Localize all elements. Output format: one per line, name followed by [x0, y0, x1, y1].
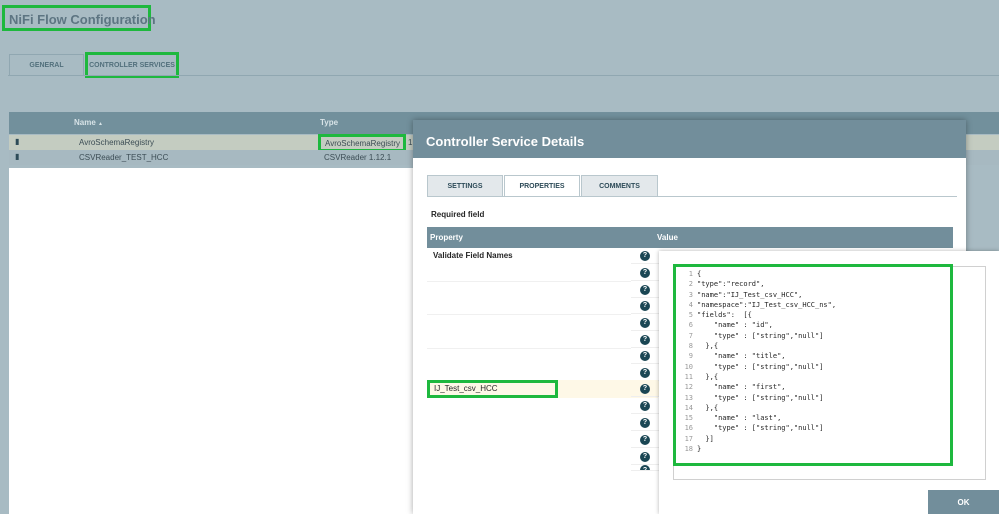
required-field-label: Required field — [431, 210, 485, 219]
help-cell: ? — [631, 248, 659, 264]
service-name: AvroSchemaRegistry — [79, 138, 154, 147]
tabs-divider — [8, 75, 999, 76]
service-type: CSVReader 1.12.1 — [324, 153, 392, 162]
column-header-name[interactable]: Name ▲ — [74, 118, 103, 127]
help-cell: ? — [631, 415, 659, 431]
book-icon[interactable]: ▮ — [15, 152, 19, 161]
column-header-type[interactable]: Type — [320, 118, 338, 127]
question-circle-icon[interactable]: ? — [640, 250, 650, 261]
question-circle-icon[interactable]: ? — [640, 451, 650, 462]
property-row[interactable] — [427, 332, 631, 349]
content-area — [9, 168, 413, 514]
property-name: Validate Field Names — [433, 251, 513, 260]
question-circle-icon[interactable]: ? — [640, 317, 650, 328]
help-cell: ? — [631, 381, 659, 397]
tab-comments[interactable]: COMMENTS — [581, 175, 658, 197]
question-circle-icon[interactable]: ? — [640, 334, 650, 345]
help-cell: ? — [631, 398, 659, 414]
question-circle-icon[interactable]: ? — [640, 383, 650, 394]
column-header-property: Property — [430, 233, 463, 242]
help-cell: ? — [631, 449, 659, 465]
tabs-divider — [427, 196, 957, 197]
question-circle-icon[interactable]: ? — [640, 400, 650, 411]
column-header-value: Value — [657, 233, 678, 242]
service-type-extra: 1 — [408, 138, 413, 147]
help-cell: ? — [631, 365, 659, 381]
help-cell: ? — [631, 432, 659, 448]
property-row[interactable] — [427, 265, 631, 282]
book-icon[interactable]: ▮ — [15, 137, 19, 146]
question-circle-icon[interactable]: ? — [640, 267, 650, 278]
help-cell: ? — [631, 465, 659, 471]
help-cell: ? — [631, 332, 659, 348]
help-cell: ? — [631, 282, 659, 298]
properties-table-header — [427, 227, 953, 248]
dialog-title: Controller Service Details — [426, 134, 585, 149]
sort-asc-icon: ▲ — [98, 121, 103, 127]
tab-settings[interactable]: SETTINGS — [427, 175, 503, 197]
help-cell: ? — [631, 315, 659, 331]
help-cell: ? — [631, 298, 659, 314]
property-name: IJ_Test_csv_HCC — [434, 384, 498, 393]
question-circle-icon[interactable]: ? — [640, 367, 650, 378]
question-circle-icon[interactable]: ? — [640, 465, 650, 470]
line-numbers: 1 2 3 4 5 6 7 8 9 10 11 12 13 14 15 16 1… — [684, 270, 693, 454]
question-circle-icon[interactable]: ? — [640, 284, 650, 295]
help-cell: ? — [631, 265, 659, 281]
question-circle-icon[interactable]: ? — [640, 300, 650, 311]
tab-properties[interactable]: PROPERTIES — [504, 175, 580, 197]
help-cell: ? — [631, 348, 659, 364]
schema-code[interactable]: { "type":"record", "name":"IJ_Test_csv_H… — [697, 269, 836, 454]
tab-general[interactable]: GENERAL — [9, 54, 84, 76]
ok-button[interactable]: OK — [928, 490, 999, 514]
question-circle-icon[interactable]: ? — [640, 434, 650, 445]
property-row[interactable] — [427, 298, 631, 315]
question-circle-icon[interactable]: ? — [640, 417, 650, 428]
service-name: CSVReader_TEST_HCC — [79, 153, 169, 162]
page-title: NiFi Flow Configuration — [9, 12, 156, 27]
question-circle-icon[interactable]: ? — [640, 350, 650, 361]
